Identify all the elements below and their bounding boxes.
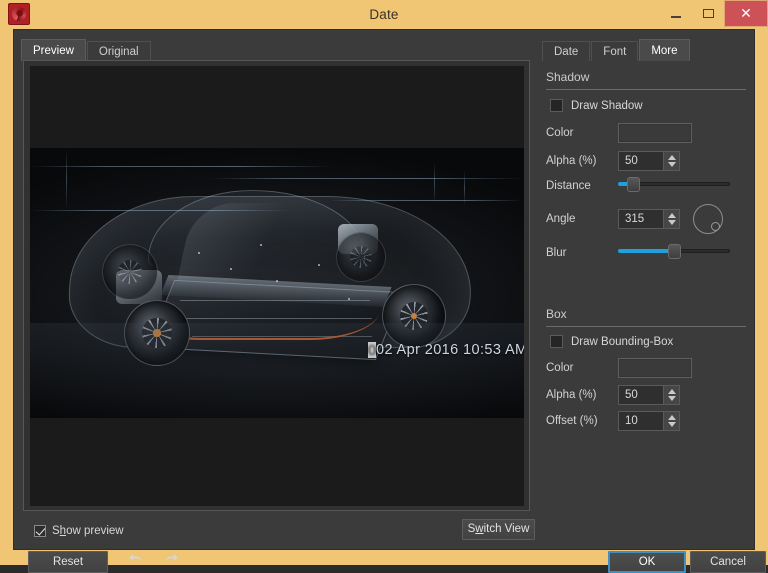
shadow-angle-dial[interactable] bbox=[693, 204, 723, 234]
shadow-angle-label: Angle bbox=[546, 213, 576, 225]
show-preview-label: Show preview bbox=[52, 525, 124, 537]
checkbox-box bbox=[34, 525, 46, 537]
box-alpha-label: Alpha (%) bbox=[546, 389, 597, 401]
stamp-handle-left[interactable]: 0 bbox=[368, 342, 376, 358]
checkbox-box bbox=[550, 99, 563, 112]
tab-date[interactable]: Date bbox=[542, 41, 591, 61]
spinner-arrows[interactable] bbox=[663, 152, 679, 170]
spinner-up-icon bbox=[668, 155, 676, 160]
draw-bounding-box-label: Draw Bounding-Box bbox=[571, 335, 674, 348]
redo-icon-svg bbox=[165, 554, 178, 561]
tab-font[interactable]: Font bbox=[591, 41, 639, 61]
angle-dial-knob[interactable] bbox=[711, 222, 720, 231]
reset-button[interactable]: Reset bbox=[28, 551, 108, 573]
date-stamp-text: 02 Apr 2016 10:53 AM bbox=[376, 342, 524, 358]
box-offset-label: Offset (%) bbox=[546, 415, 598, 427]
undo-arrow-icon[interactable] bbox=[124, 551, 150, 573]
shadow-distance-label: Distance bbox=[546, 180, 591, 192]
draw-shadow-label: Draw Shadow bbox=[571, 99, 643, 112]
preview-frame: 002 Apr 2016 10:53 AMM bbox=[23, 60, 530, 511]
slider-fill bbox=[618, 249, 674, 253]
box-alpha-value: 50 bbox=[625, 389, 638, 401]
box-offset-value: 10 bbox=[625, 415, 638, 427]
wheel-rear-right bbox=[336, 232, 386, 282]
spinner-down-icon bbox=[668, 162, 676, 167]
box-offset-spinner[interactable]: 10 bbox=[618, 411, 680, 431]
tab-more[interactable]: More bbox=[639, 39, 690, 61]
title-bar: Date ✕ bbox=[0, 0, 768, 29]
shadow-distance-slider[interactable] bbox=[618, 176, 730, 192]
ok-button[interactable]: OK bbox=[608, 551, 686, 573]
shadow-section-divider bbox=[546, 89, 746, 90]
settings-panel: Date Font More Shadow Draw Shadow Color … bbox=[538, 30, 754, 549]
preview-tabs: Preview Original bbox=[21, 39, 152, 61]
draw-shadow-checkbox[interactable]: Draw Shadow bbox=[550, 99, 643, 112]
preview-canvas[interactable]: 002 Apr 2016 10:53 AMM bbox=[30, 66, 524, 506]
shadow-blur-slider[interactable] bbox=[618, 243, 730, 259]
close-icon: ✕ bbox=[740, 5, 752, 21]
maximize-icon bbox=[703, 9, 714, 18]
date-stamp-overlay[interactable]: 002 Apr 2016 10:53 AMM bbox=[368, 342, 524, 358]
shadow-alpha-value: 50 bbox=[625, 155, 638, 167]
slider-knob[interactable] bbox=[668, 244, 681, 259]
preview-image bbox=[30, 148, 524, 418]
application-window: Date ✕ Preview Original 002 Apr 2016 10:… bbox=[0, 0, 768, 573]
slider-knob[interactable] bbox=[627, 177, 640, 192]
draw-bounding-box-checkbox[interactable]: Draw Bounding-Box bbox=[550, 335, 673, 348]
shadow-alpha-label: Alpha (%) bbox=[546, 155, 597, 167]
undo-icon-svg bbox=[129, 554, 142, 561]
spinner-arrows[interactable] bbox=[663, 386, 679, 404]
spinner-arrows[interactable] bbox=[663, 210, 679, 228]
box-color-label: Color bbox=[546, 362, 574, 374]
spinner-up-icon bbox=[668, 415, 676, 420]
show-preview-checkbox[interactable]: Show preview bbox=[34, 523, 124, 539]
tab-original[interactable]: Original bbox=[86, 41, 151, 61]
client-area: Preview Original 002 Apr 2016 10:53 AM S… bbox=[13, 29, 766, 573]
spinner-arrows[interactable] bbox=[663, 412, 679, 430]
minimize-button[interactable] bbox=[660, 0, 692, 27]
shadow-blur-label: Blur bbox=[546, 247, 567, 259]
window-controls: ✕ bbox=[660, 0, 768, 29]
spinner-up-icon bbox=[668, 389, 676, 394]
shadow-angle-spinner[interactable]: 315 bbox=[618, 209, 680, 229]
cancel-button[interactable]: Cancel bbox=[690, 551, 766, 573]
floor-reflection bbox=[30, 323, 524, 418]
box-section-divider bbox=[546, 326, 746, 327]
settings-tabs: Date Font More bbox=[542, 39, 691, 61]
minimize-icon bbox=[671, 16, 681, 18]
switch-view-button[interactable]: Switch View bbox=[462, 519, 535, 540]
redo-arrow-icon[interactable] bbox=[157, 551, 183, 573]
shadow-color-swatch[interactable] bbox=[618, 123, 692, 143]
wheel-front-right bbox=[102, 244, 158, 300]
spinner-up-icon bbox=[668, 213, 676, 218]
shadow-alpha-spinner[interactable]: 50 bbox=[618, 151, 680, 171]
shadow-color-label: Color bbox=[546, 127, 574, 139]
box-alpha-spinner[interactable]: 50 bbox=[618, 385, 680, 405]
checkbox-box bbox=[550, 335, 563, 348]
maximize-button[interactable] bbox=[692, 0, 724, 27]
window-title: Date bbox=[369, 7, 399, 22]
shadow-section-title: Shadow bbox=[546, 70, 590, 84]
spinner-down-icon bbox=[668, 220, 676, 225]
box-section-title: Box bbox=[546, 307, 567, 321]
tab-preview[interactable]: Preview bbox=[21, 39, 86, 61]
close-button[interactable]: ✕ bbox=[724, 0, 768, 27]
spinner-down-icon bbox=[668, 396, 676, 401]
spinner-down-icon bbox=[668, 422, 676, 427]
box-color-swatch[interactable] bbox=[618, 358, 692, 378]
shadow-angle-value: 315 bbox=[625, 213, 645, 225]
